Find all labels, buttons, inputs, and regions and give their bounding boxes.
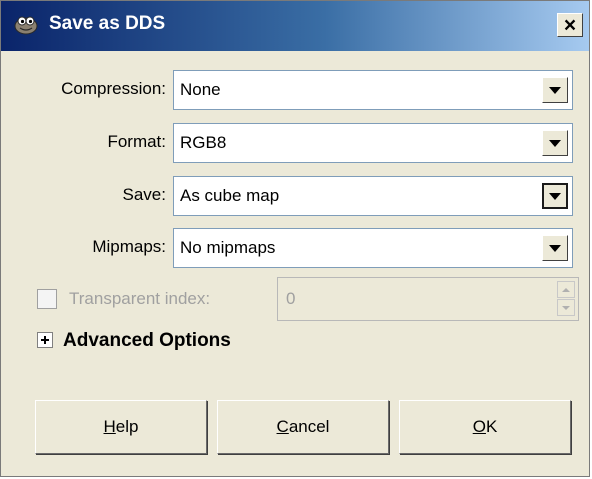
- save-as-dds-dialog: Save as DDS × Compression: None Format: …: [0, 0, 590, 477]
- help-label: elp: [115, 417, 139, 436]
- mipmaps-row: Mipmaps: No mipmaps: [1, 225, 589, 269]
- arrow-down-icon: [562, 306, 570, 310]
- help-mnemonic: H: [103, 417, 116, 436]
- ok-mnemonic: O: [472, 417, 486, 436]
- cancel-mnemonic: C: [276, 417, 289, 436]
- chevron-down-icon: [549, 193, 561, 200]
- format-value: RGB8: [180, 133, 227, 152]
- transparent-index-label: Transparent index:: [69, 289, 211, 308]
- save-row: Save: As cube map: [1, 173, 589, 217]
- mipmaps-value: No mipmaps: [180, 238, 276, 257]
- chevron-down-icon: [549, 245, 561, 252]
- compression-dropdown-button[interactable]: [542, 77, 568, 103]
- spinner-down-button[interactable]: [557, 299, 575, 316]
- transparent-index-spinner[interactable]: 0: [277, 277, 579, 321]
- advanced-options-expander[interactable]: Advanced Options: [63, 327, 231, 355]
- plus-expand-icon[interactable]: [37, 332, 53, 348]
- close-button[interactable]: ×: [557, 13, 583, 37]
- format-select[interactable]: RGB8: [173, 123, 573, 163]
- chevron-down-icon: [549, 87, 561, 94]
- gimp-icon: [14, 16, 38, 35]
- transparent-index-value: 0: [286, 289, 296, 308]
- compression-value: None: [180, 80, 221, 99]
- save-dropdown-button[interactable]: [542, 183, 568, 209]
- save-select[interactable]: As cube map: [173, 176, 573, 216]
- mipmaps-label: Mipmaps:: [92, 237, 166, 256]
- compression-label: Compression:: [61, 79, 166, 98]
- cancel-button[interactable]: Cancel: [217, 400, 389, 454]
- help-button[interactable]: Help: [35, 400, 207, 454]
- format-label: Format:: [107, 132, 166, 151]
- close-icon: ×: [563, 13, 577, 37]
- mipmaps-select[interactable]: No mipmaps: [173, 228, 573, 268]
- ok-label: K: [485, 417, 498, 436]
- cancel-label: ancel: [288, 417, 330, 436]
- compression-select[interactable]: None: [173, 70, 573, 110]
- format-row: Format: RGB8: [1, 120, 589, 164]
- mipmaps-dropdown-button[interactable]: [542, 235, 568, 261]
- spinner-up-button[interactable]: [557, 281, 575, 298]
- compression-row: Compression: None: [1, 67, 589, 111]
- title-bar[interactable]: Save as DDS ×: [1, 1, 589, 51]
- window-title: Save as DDS: [49, 13, 166, 34]
- arrow-up-icon: [562, 288, 570, 292]
- save-label: Save:: [122, 185, 166, 204]
- format-dropdown-button[interactable]: [542, 130, 568, 156]
- save-value: As cube map: [180, 186, 280, 205]
- transparent-index-checkbox[interactable]: [37, 289, 57, 309]
- ok-button[interactable]: OK: [399, 400, 571, 454]
- chevron-down-icon: [549, 140, 561, 147]
